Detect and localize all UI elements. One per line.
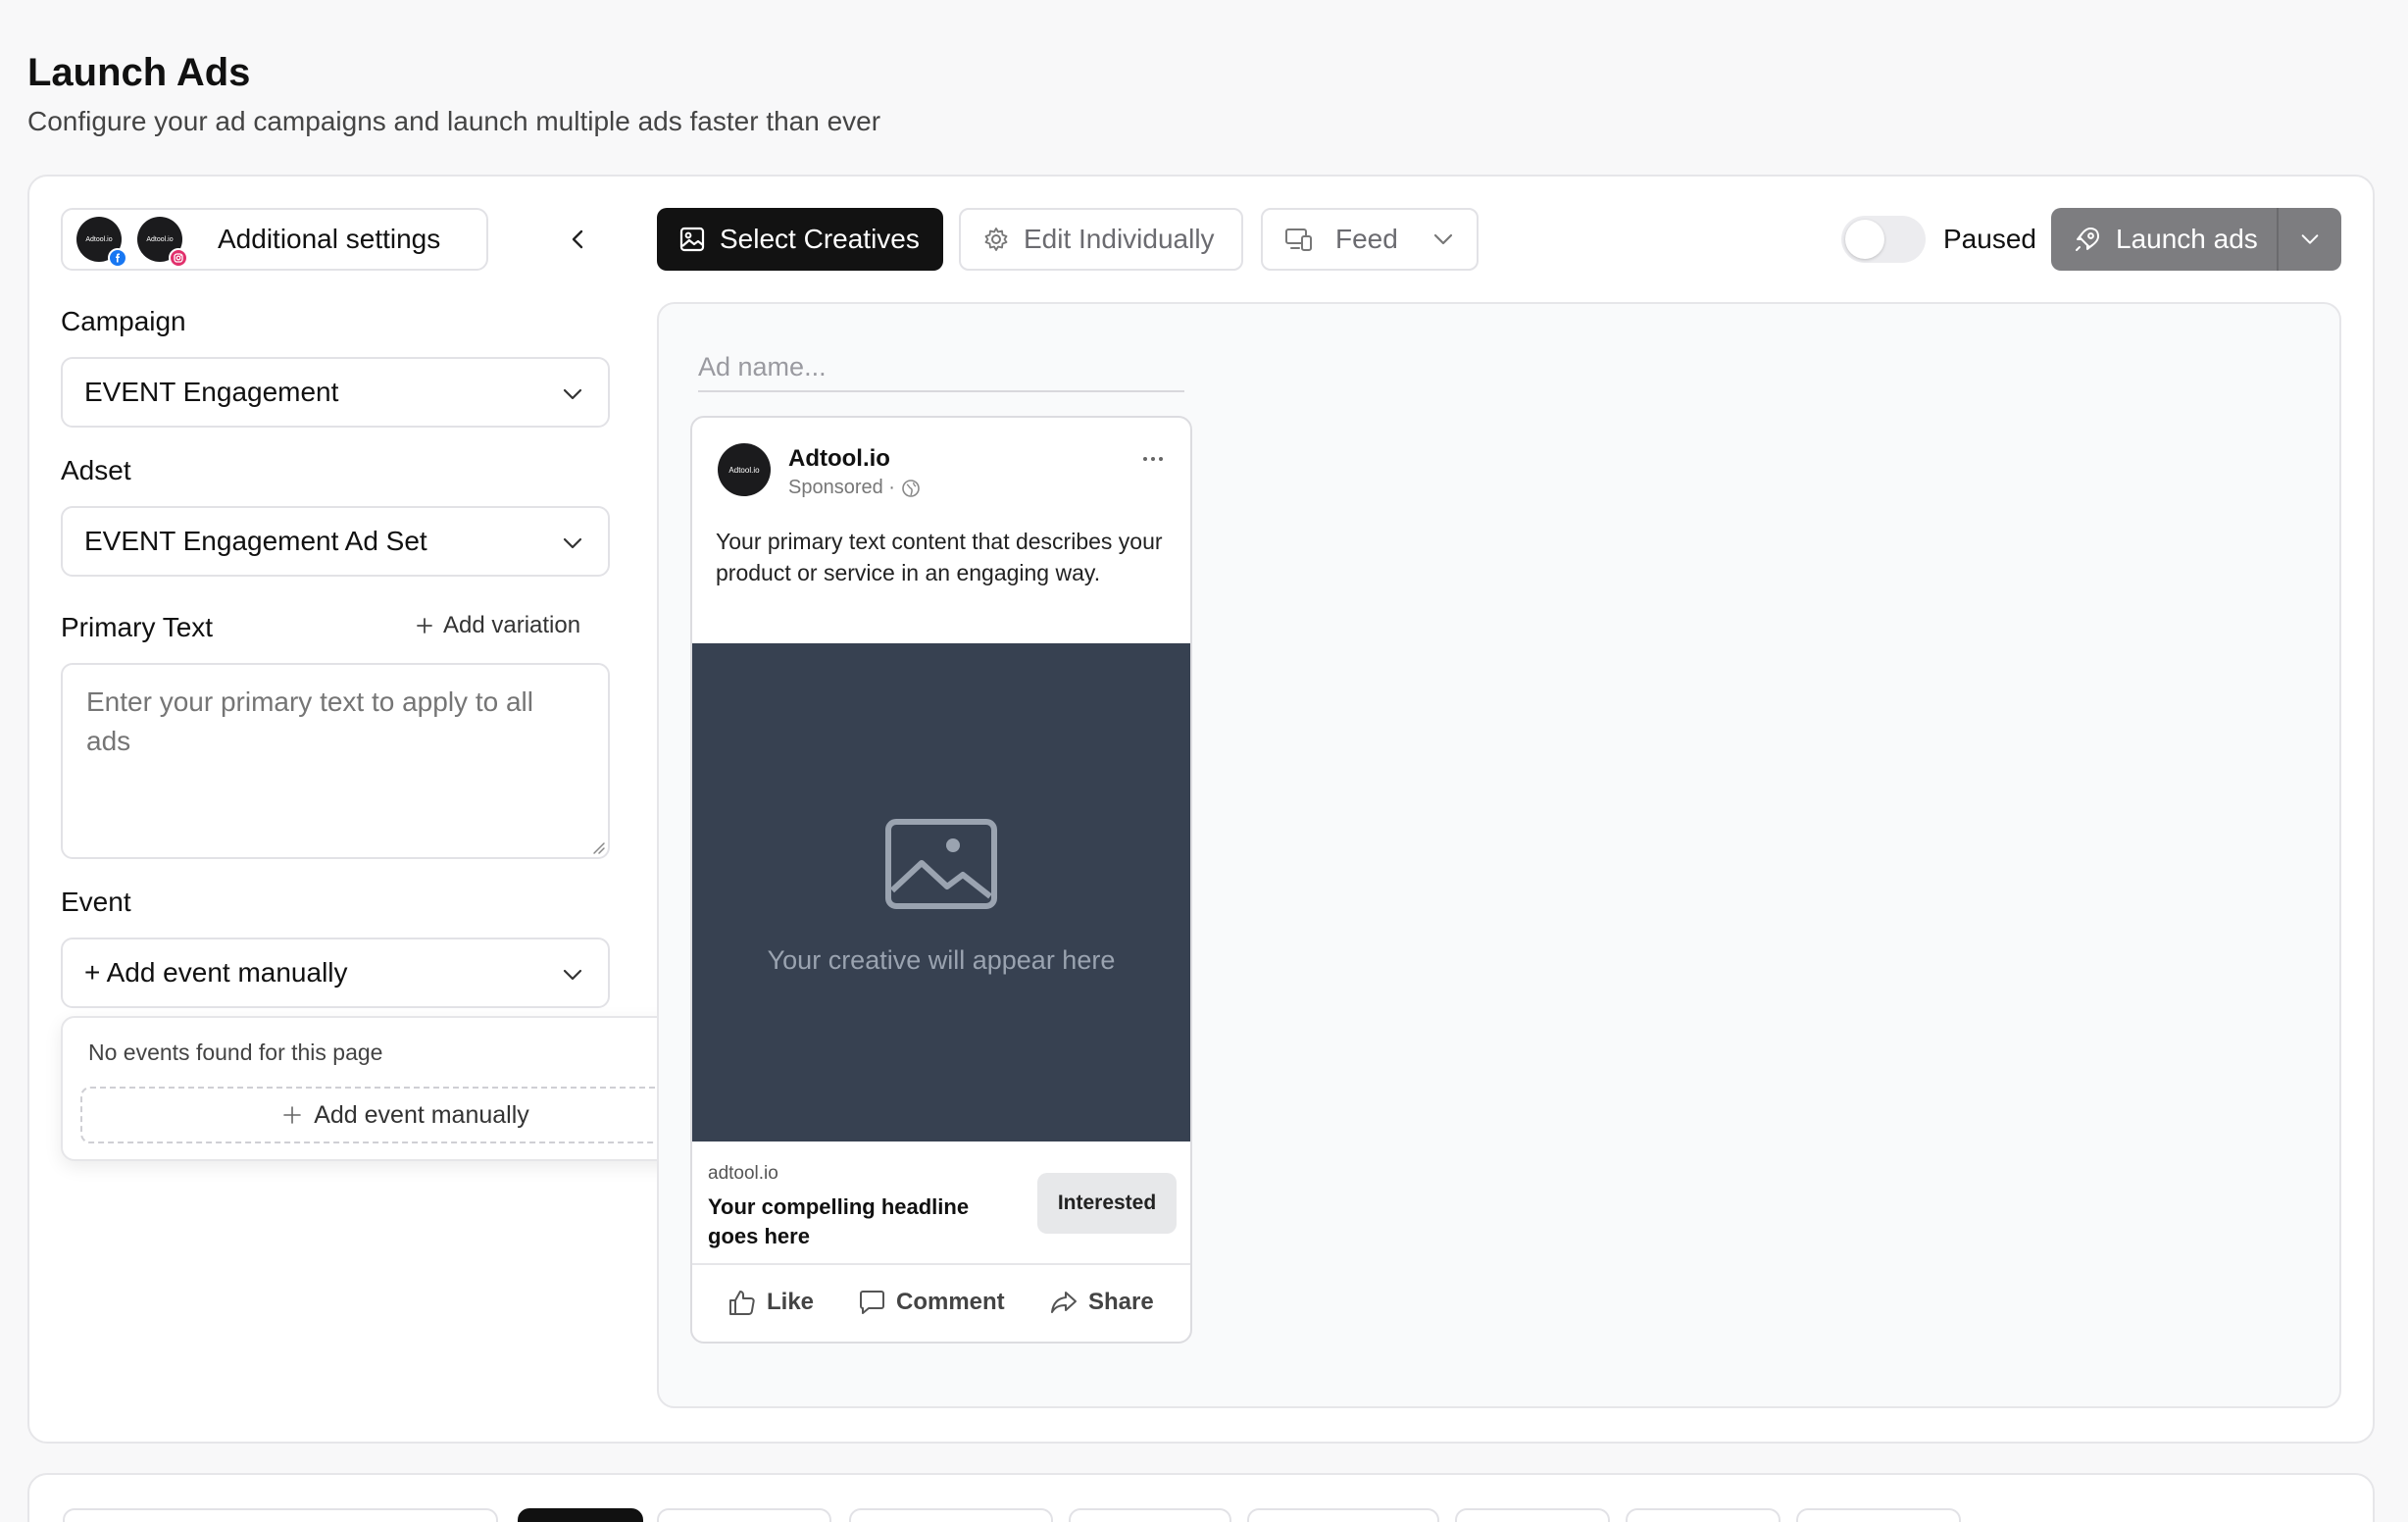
bottom-tab[interactable]: [1455, 1508, 1610, 1522]
additional-settings-button[interactable]: Adtool.io Adtool.io Additional settings: [61, 208, 488, 271]
brand-avatar-text: Adtool.io: [728, 465, 760, 475]
event-dropdown-panel: No events found for this page Add event …: [61, 1016, 747, 1161]
primary-text-input[interactable]: [61, 663, 610, 859]
adset-label: Adset: [61, 455, 131, 485]
facebook-icon: [108, 248, 127, 268]
adset-select[interactable]: EVENT Engagement Ad Set: [61, 506, 610, 577]
devices-icon: [1285, 228, 1312, 251]
ad-preview-card: Adtool.io Adtool.io Sponsored · Your pri…: [690, 416, 1192, 1344]
primary-text-label: Primary Text: [61, 612, 214, 642]
instagram-icon: [169, 248, 188, 268]
ad-domain: adtool.io: [708, 1163, 778, 1184]
event-label: Event: [61, 887, 131, 917]
bottom-tab[interactable]: [657, 1508, 831, 1522]
plus-icon: [283, 1106, 302, 1124]
chevron-down-icon: [563, 388, 582, 400]
more-options-icon[interactable]: [1141, 455, 1165, 463]
event-value: + Add event manually: [84, 957, 348, 988]
share-icon: [1051, 1292, 1077, 1313]
globe-icon: [902, 479, 920, 497]
page-subtitle: Configure your ad campaigns and launch m…: [27, 106, 881, 136]
ad-divider: [692, 1263, 1190, 1265]
like-button[interactable]: Like: [727, 1289, 814, 1316]
bottom-tab[interactable]: [849, 1508, 1053, 1522]
bottom-tab[interactable]: [1626, 1508, 1781, 1522]
add-variation-button[interactable]: Add variation: [416, 612, 580, 639]
additional-settings-label: Additional settings: [218, 224, 441, 254]
brand-name: Adtool.io: [788, 445, 890, 472]
gear-icon: [984, 228, 1008, 251]
paused-toggle[interactable]: [1841, 216, 1926, 263]
chevron-down-icon: [2301, 234, 2319, 244]
ad-cta-button[interactable]: Interested: [1037, 1173, 1177, 1234]
rocket-icon: [2076, 228, 2099, 251]
campaign-label: Campaign: [61, 306, 186, 336]
sponsored-text: Sponsored ·: [788, 477, 895, 498]
select-creatives-button[interactable]: Select Creatives: [657, 208, 943, 271]
campaign-select[interactable]: EVENT Engagement: [61, 357, 610, 428]
brand-avatar: Adtool.io: [718, 443, 771, 496]
no-events-message: No events found for this page: [88, 1040, 383, 1065]
collapse-panel-button[interactable]: [561, 222, 596, 257]
avatar-text: Adtool.io: [146, 235, 174, 243]
add-event-manually-label: Add event manually: [314, 1100, 529, 1129]
bottom-card: [27, 1473, 2375, 1522]
toggle-knob: [1845, 220, 1884, 259]
launch-ads-main[interactable]: Launch ads: [2051, 208, 2279, 271]
chevron-left-icon: [572, 229, 583, 249]
ad-name-input[interactable]: [698, 343, 1184, 392]
bottom-tab[interactable]: [1796, 1508, 1961, 1522]
share-button[interactable]: Share: [1049, 1289, 1154, 1316]
ad-primary-text: Your primary text content that describes…: [716, 529, 1163, 585]
edit-individually-label: Edit Individually: [1024, 224, 1215, 254]
comment-label: Comment: [896, 1289, 1005, 1315]
bottom-tab[interactable]: [1069, 1508, 1231, 1522]
campaign-value: EVENT Engagement: [84, 377, 339, 407]
resize-grip-icon[interactable]: [592, 841, 606, 855]
placement-label: Feed: [1335, 224, 1398, 254]
adset-value: EVENT Engagement Ad Set: [84, 526, 427, 556]
like-label: Like: [767, 1289, 815, 1315]
thumbs-up-icon: [729, 1291, 755, 1315]
add-event-manually-button[interactable]: Add event manually: [80, 1087, 731, 1143]
chevron-down-icon: [1433, 233, 1452, 245]
bottom-tab-active[interactable]: [518, 1508, 643, 1522]
page-title: Launch Ads: [27, 51, 251, 94]
sponsored-label: Sponsored ·: [788, 477, 921, 499]
instagram-account-avatar: Adtool.io: [137, 217, 188, 268]
select-creatives-label: Select Creatives: [720, 224, 920, 254]
comment-button[interactable]: Comment: [857, 1289, 1005, 1316]
plus-icon: [417, 618, 432, 634]
chevron-down-icon: [563, 537, 582, 549]
facebook-account-avatar: Adtool.io: [76, 217, 127, 268]
image-placeholder-icon: [885, 819, 997, 909]
add-variation-label: Add variation: [443, 612, 581, 638]
event-select[interactable]: + Add event manually: [61, 938, 610, 1008]
ad-headline: Your compelling headline goes here: [708, 1194, 970, 1248]
share-label: Share: [1088, 1289, 1154, 1315]
avatar-text: Adtool.io: [85, 235, 113, 243]
paused-label: Paused: [1943, 224, 2036, 254]
creative-placeholder-text: Your creative will appear here: [767, 945, 1116, 975]
launch-options-button[interactable]: [2279, 228, 2341, 250]
placement-select[interactable]: Feed: [1261, 208, 1479, 271]
launch-ads-label: Launch ads: [2116, 224, 2258, 254]
edit-individually-button[interactable]: Edit Individually: [959, 208, 1243, 271]
bottom-tab-search[interactable]: [63, 1508, 498, 1522]
comment-icon: [860, 1291, 884, 1314]
creative-placeholder: Your creative will appear here: [692, 643, 1190, 1142]
chevron-down-icon: [563, 969, 582, 981]
bottom-tab[interactable]: [1247, 1508, 1439, 1522]
image-icon: [679, 227, 705, 252]
launch-ads-button[interactable]: Launch ads: [2051, 208, 2341, 271]
